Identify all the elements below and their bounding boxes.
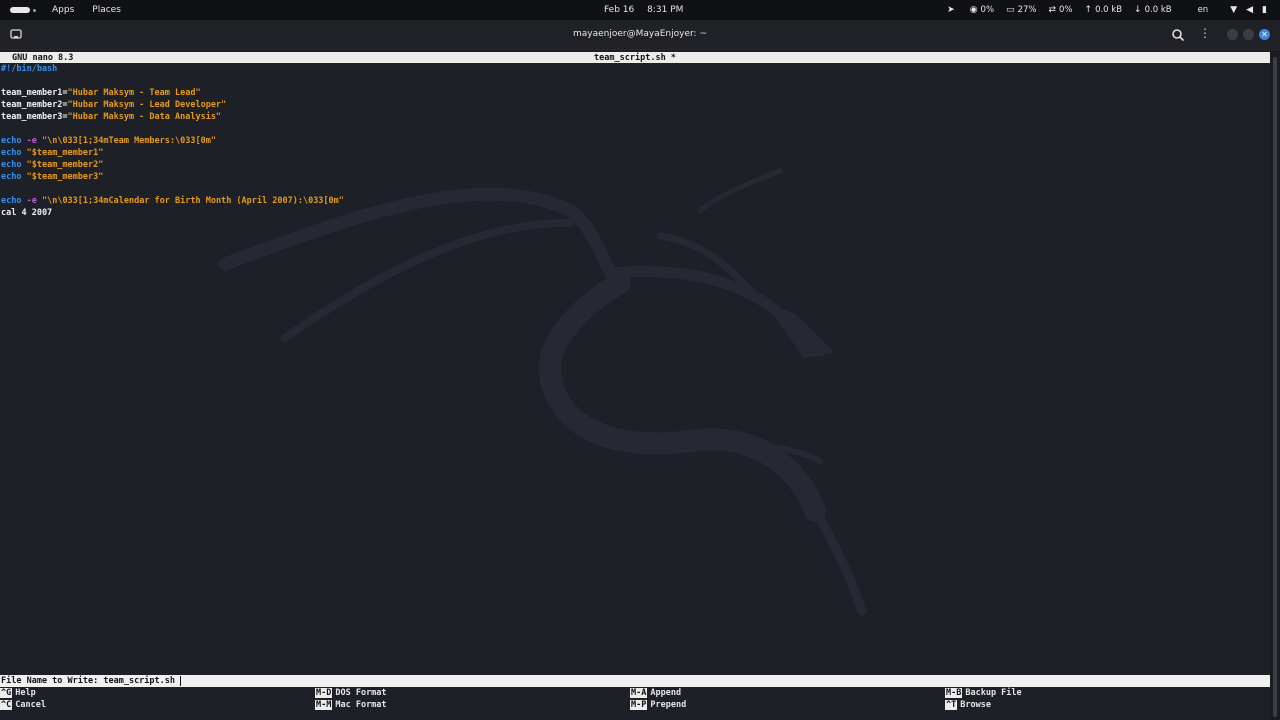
code-token: "$team_member2" [21,160,104,170]
code-line: echo "$team_member3" [1,171,344,183]
telegram-icon: ➤ [947,5,955,15]
code-token: "\n\033[1;34mCalendar for Birth Month (A… [41,196,344,206]
battery-icon: ▮ [1262,5,1267,15]
shortcut-help[interactable]: ^G Help [0,687,36,699]
kebab-menu-icon[interactable]: ⋮ [1199,26,1211,40]
minimize-button[interactable] [1227,29,1238,40]
editor-buffer[interactable]: #!/bin/bash team_member1="Hubar Maksym - … [1,63,344,219]
memory-indicator[interactable]: ▭ 27% [1006,5,1036,15]
swap-value: 0% [1059,5,1073,15]
code-line: team_member2="Hubar Maksym - Lead Develo… [1,99,344,111]
nano-header-bar: GNU nano 8.3 team_script.sh * [0,52,1270,63]
cpu-value: 0% [980,5,995,15]
activities-indicator[interactable] [10,7,30,13]
code-line: team_member3="Hubar Maksym - Data Analys… [1,111,344,123]
code-token: "Hubar Maksym - Team Lead" [67,88,201,98]
memory-icon: ▭ [1006,5,1015,15]
code-token: #!/bin/bash [1,64,58,74]
window-title: mayaenjoer@MayaEnjoyer: ~ [573,29,707,39]
workspace-dot-icon [33,8,36,12]
code-token: echo [1,160,22,170]
swap-indicator[interactable]: ⇄ 0% [1048,5,1072,15]
code-line: echo -e "\n\033[1;34mCalendar for Birth … [1,195,344,207]
terminal-title-bar: mayaenjoer@MayaEnjoyer: ~ ⋮ ✕ [0,20,1280,50]
code-token: echo [1,172,22,182]
scrollbar-thumb[interactable] [1273,57,1277,717]
code-token: echo [1,196,22,206]
code-line: #!/bin/bash [1,63,344,75]
upload-value: 0.0 kB [1095,5,1123,15]
shortcut-append[interactable]: M-A Append [630,687,681,699]
cpu-indicator[interactable]: ◉ 0% [970,5,994,15]
language-value: en [1197,5,1209,15]
text-cursor [180,675,182,686]
code-line: team_member1="Hubar Maksym - Team Lead" [1,87,344,99]
download-indicator[interactable]: ↓ 0.0 kB [1134,5,1172,15]
shortcut-browse[interactable]: ^T Browse [945,699,991,711]
code-token: echo [1,148,22,158]
code-token: "$team_member1" [21,148,104,158]
upload-arrow-icon: ↑ [1084,5,1093,15]
telegram-tray-item[interactable]: ➤ [947,5,958,15]
volume-icon: ◀ [1246,5,1254,15]
filename-input[interactable]: team_script.sh [103,676,175,686]
shortcut-bar: ^G Help ^C Cancel M-D DOS Format M-M Mac For… [0,687,1270,711]
close-button[interactable]: ✕ [1259,29,1270,40]
terminal-area[interactable]: GNU nano 8.3 team_script.sh * #!/bin/bas… [0,51,1270,720]
close-icon: ✕ [1261,30,1268,39]
swap-icon: ⇄ [1048,5,1057,15]
code-token: cal 4 2007 [1,208,53,218]
code-token: "\n\033[1;34mTeam Members:\033[0m" [41,136,216,146]
clock-date: Feb 16 [604,5,635,15]
top-panel: Apps Places Feb 16 8:31 PM ➤ ◉ 0% ▭ 27% … [0,0,1280,20]
code-token: -e [21,136,42,146]
shortcut-prepend[interactable]: M-P Prepend [630,699,686,711]
download-value: 0.0 kB [1144,5,1172,15]
code-token: "Hubar Maksym - Data Analysis" [67,112,222,122]
volume-indicator[interactable]: ◀ [1246,5,1256,15]
clock[interactable]: Feb 16 8:31 PM [604,5,683,15]
filename-prompt[interactable]: File Name to Write: team_script.sh [0,675,1270,687]
code-token: "Hubar Maksym - Lead Developer" [67,100,227,110]
shortcut-cancel[interactable]: ^C Cancel [0,699,46,711]
nano-filename: team_script.sh * [594,53,676,63]
wifi-icon: ▼ [1230,5,1238,15]
prompt-label: File Name to Write: [1,676,104,686]
shortcut-backup-file[interactable]: M-B Backup File [945,687,1022,699]
download-arrow-icon: ↓ [1134,5,1142,15]
code-token: team_member3= [1,112,68,122]
wifi-indicator[interactable]: ▼ [1230,5,1240,15]
search-icon[interactable] [1171,28,1185,42]
clock-time: 8:31 PM [647,5,684,15]
code-line: echo "$team_member1" [1,147,344,159]
code-token: team_member1= [1,88,68,98]
memory-value: 27% [1017,5,1037,15]
places-menu[interactable]: Places [92,5,121,15]
apps-menu[interactable]: Apps [52,5,74,15]
code-token: -e [21,196,42,206]
code-token: echo [1,136,22,146]
language-indicator[interactable]: en [1198,5,1209,15]
code-line: echo "$team_member2" [1,159,344,171]
system-tray: ➤ ◉ 0% ▭ 27% ⇄ 0% ↑ 0.0 kB ↓ 0.0 kB en ▼… [935,0,1270,20]
terminal-scrollbar[interactable] [1270,51,1280,720]
shortcut-dos-format[interactable]: M-D DOS Format [315,687,387,699]
maximize-button[interactable] [1243,29,1254,40]
code-token: team_member2= [1,100,68,110]
cpu-icon: ◉ [969,5,978,15]
upload-indicator[interactable]: ↑ 0.0 kB [1085,5,1123,15]
code-line: cal 4 2007 [1,207,344,219]
battery-indicator[interactable]: ▮ [1262,5,1270,15]
shortcut-mac-format[interactable]: M-M Mac Format [315,699,387,711]
code-line: echo -e "\n\033[1;34mTeam Members:\033[0… [1,135,344,147]
code-token: "$team_member3" [21,172,104,182]
